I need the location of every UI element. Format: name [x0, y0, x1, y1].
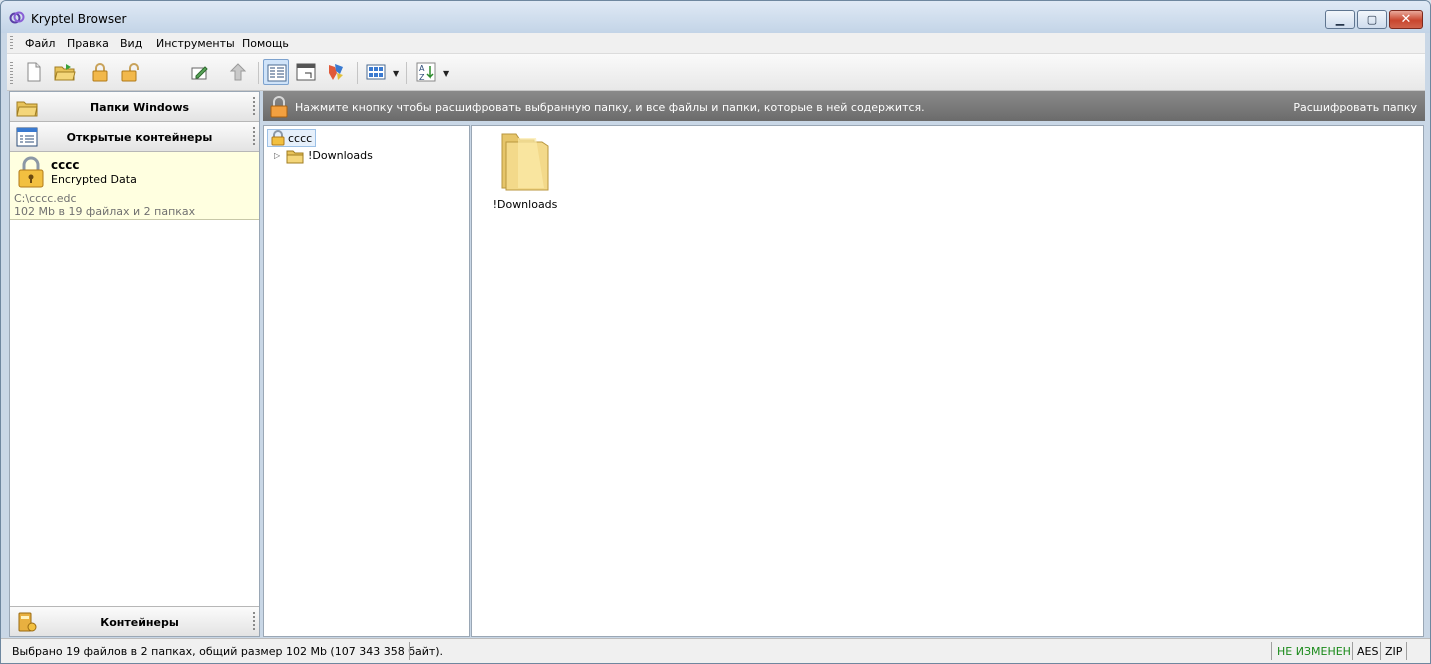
info-bar: Нажмите кнопку чтобы расшифровать выбран… [263, 91, 1425, 121]
details-view-button[interactable] [263, 59, 289, 85]
header-grip[interactable] [253, 127, 255, 147]
modification-state: НЕ ИЗМЕНЕН [1277, 645, 1351, 658]
decrypt-folder-link[interactable]: Расшифровать папку [1293, 101, 1417, 114]
menu-bar: Файл Правка Вид Инструменты Помощь [7, 33, 1425, 54]
expand-arrow-icon[interactable]: ▷ [274, 151, 280, 160]
open-button[interactable] [51, 59, 77, 85]
header-grip[interactable] [253, 612, 255, 632]
file-item-label: !Downloads [492, 198, 558, 211]
menu-tools[interactable]: Инструменты [156, 37, 235, 50]
cipher-label: AES [1357, 645, 1379, 658]
tree-item-label: cccc [288, 132, 313, 145]
new-file-icon [27, 62, 41, 82]
containers-icon [18, 612, 37, 632]
menu-help[interactable]: Помощь [242, 37, 289, 50]
properties-icon [329, 64, 343, 80]
compression-label: ZIP [1385, 645, 1403, 658]
lock-icon [270, 96, 288, 118]
title-bar[interactable]: Kryptel Browser ▁ ▢ ✕ [1, 1, 1430, 33]
sort-icon: AZ [416, 62, 436, 82]
close-icon: ✕ [1400, 12, 1412, 27]
status-text: Выбрано 19 файлов в 2 папках, общий разм… [12, 645, 444, 658]
windows-folder-icon [16, 101, 38, 117]
info-message: Нажмите кнопку чтобы расшифровать выбран… [295, 101, 925, 114]
close-button[interactable]: ✕ [1389, 10, 1423, 29]
maximize-button[interactable]: ▢ [1357, 10, 1387, 29]
app-window: Kryptel Browser ▁ ▢ ✕ Файл Правка Вид Ин… [0, 0, 1431, 664]
tree-item-label: !Downloads [308, 149, 373, 162]
folder-tree: cccc ▷ !Downloads [263, 125, 470, 637]
up-arrow-icon [229, 63, 247, 81]
file-view: !Downloads [471, 125, 1424, 637]
edit-icon [191, 66, 208, 80]
header-grip[interactable] [253, 97, 255, 117]
new-button[interactable] [21, 59, 47, 85]
toolbar-separator [357, 62, 358, 84]
left-panel: Папки Windows Открытые контейнеры cccc E… [9, 91, 260, 637]
maximize-icon: ▢ [1366, 13, 1378, 26]
open-containers-header[interactable]: Открытые контейнеры [10, 122, 259, 152]
file-item-downloads[interactable]: !Downloads [488, 128, 562, 218]
folder-icon [501, 133, 549, 191]
locked-container-icon [271, 130, 285, 146]
locked-container-icon [18, 156, 44, 188]
minimize-button[interactable]: ▁ [1325, 10, 1355, 29]
thumbnails-view-icon [366, 64, 386, 80]
containers-header[interactable]: Контейнеры [10, 606, 259, 636]
properties-button[interactable] [323, 59, 349, 85]
edit-button[interactable] [187, 59, 213, 85]
folder-icon [286, 150, 304, 164]
container-description: Encrypted Data [51, 173, 137, 186]
status-separator [1380, 642, 1381, 660]
menu-file[interactable]: Файл [25, 37, 55, 50]
container-name: cccc [51, 158, 80, 172]
lock-icon [92, 63, 108, 82]
unlock-button[interactable] [117, 59, 143, 85]
menu-edit[interactable]: Правка [67, 37, 109, 50]
details-view-icon [267, 64, 287, 82]
windows-folders-header[interactable]: Папки Windows [10, 92, 259, 122]
list-icon [16, 127, 38, 147]
unlock-icon [121, 63, 139, 82]
up-button[interactable] [225, 59, 251, 85]
tree-item-root[interactable]: cccc [267, 129, 317, 147]
status-separator [1352, 642, 1353, 660]
container-entry[interactable]: cccc Encrypted Data C:\cccc.edc 102 Mb в… [10, 152, 259, 220]
status-separator [409, 642, 410, 660]
sort-button[interactable]: AZ [413, 59, 439, 85]
app-icon [9, 11, 25, 24]
svg-text:Z: Z [419, 73, 425, 82]
toolbar-separator [406, 62, 407, 84]
menu-grip[interactable] [10, 36, 13, 51]
windows-folders-label: Папки Windows [89, 101, 190, 114]
status-separator [1271, 642, 1272, 660]
toolbar-grip[interactable] [10, 62, 13, 84]
status-separator [1406, 642, 1407, 660]
status-bar: Выбрано 19 файлов в 2 папках, общий разм… [1, 638, 1430, 663]
open-containers-label: Открытые контейнеры [66, 131, 213, 144]
containers-label: Контейнеры [100, 616, 179, 629]
sort-dropdown-icon[interactable]: ▼ [443, 69, 449, 78]
thumbnails-view-button[interactable] [363, 59, 389, 85]
window-title: Kryptel Browser [31, 12, 127, 26]
container-path: C:\cccc.edc [14, 192, 77, 205]
window-button[interactable] [293, 59, 319, 85]
container-size: 102 Mb в 19 файлах и 2 папках [14, 205, 196, 218]
view-dropdown-icon[interactable]: ▼ [393, 69, 399, 78]
open-folder-icon [54, 64, 76, 81]
window-icon [296, 63, 316, 81]
minimize-icon: ▁ [1335, 13, 1345, 26]
toolbar: ▼ AZ ▼ [7, 54, 1425, 91]
menu-view[interactable]: Вид [120, 37, 142, 50]
svg-text:A: A [419, 64, 425, 73]
lock-button[interactable] [87, 59, 113, 85]
toolbar-separator [258, 62, 259, 84]
